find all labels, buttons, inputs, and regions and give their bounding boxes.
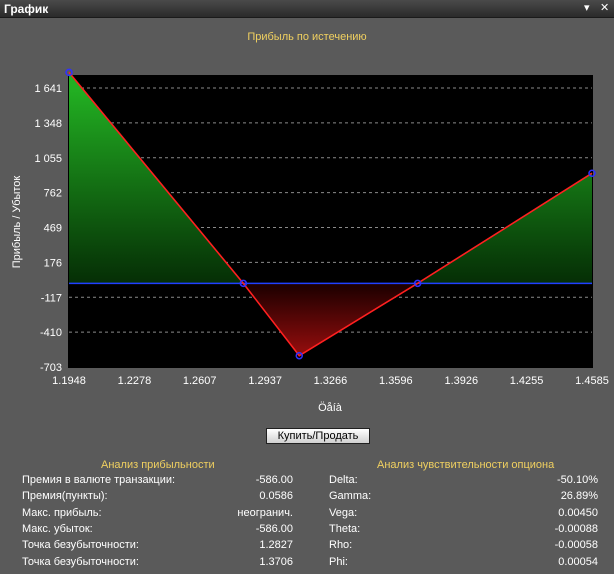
y-tick-label: -703	[40, 362, 62, 374]
x-tick-label: 1.4585	[575, 375, 609, 387]
close-icon[interactable]: ✕	[600, 1, 609, 14]
y-tick-label: -117	[41, 292, 62, 304]
y-tick-label: -410	[40, 327, 62, 339]
sensitivity-row: Theta: -0.00088	[329, 523, 598, 538]
sensitivity-row: Vega: 0.00450	[329, 507, 598, 522]
sensitivity-label: Gamma:	[329, 490, 372, 503]
sensitivity-label: Rho:	[329, 539, 353, 552]
profitability-label: Точка безубыточности:	[22, 539, 139, 552]
y-tick-label: 1 641	[34, 83, 62, 95]
x-tick-label: 1.2937	[248, 375, 282, 387]
profitability-row: Точка безубыточности: 1.3706	[22, 556, 293, 571]
sensitivity-title: Анализ чувствительности опциона	[377, 459, 555, 471]
profitability-value: 1.2827	[259, 539, 293, 552]
profit-chart: -703 -410 -117 176 469 762 1 055 1 348 1 641 1.1…	[11, 68, 609, 414]
sensitivity-row: Delta: -50.10%	[329, 474, 598, 489]
sensitivity-label: Phi:	[329, 555, 348, 568]
profitability-value: -586.00	[255, 522, 293, 535]
x-tick-label: 1.3596	[379, 375, 413, 387]
buy-sell-button[interactable]: Купить/Продать	[266, 428, 370, 444]
profitability-title: Анализ прибыльности	[101, 459, 215, 471]
sensitivity-value: -0.00088	[554, 522, 598, 535]
profitability-value: 0.0586	[259, 490, 293, 503]
x-axis-label: Öåíà	[318, 402, 343, 414]
y-tick-label: 1 348	[34, 118, 62, 130]
y-tick-label: 1 055	[34, 153, 62, 165]
profitability-value: 1.3706	[259, 555, 293, 568]
y-axis-label: Прибыль / Убыток	[11, 176, 23, 269]
sensitivity-value: 0.00054	[558, 555, 598, 568]
y-tick-label: 762	[44, 188, 62, 200]
sensitivity-label: Vega:	[329, 506, 358, 519]
x-tick-label: 1.2278	[118, 375, 152, 387]
profitability-value: неогранич.	[237, 506, 293, 519]
profitability-label: Премия в валюте транзакции:	[22, 474, 176, 486]
profitability-row: Премия(пункты): 0.0586	[22, 490, 293, 505]
sensitivity-value: -0.00058	[554, 539, 598, 552]
x-tick-label: 1.4255	[510, 375, 544, 387]
profitability-label: Премия(пункты):	[22, 490, 108, 503]
x-tick-label: 1.1948	[52, 375, 86, 387]
profitability-row: Точка безубыточности: 1.2827	[22, 539, 293, 554]
x-tick-label: 1.3266	[314, 375, 348, 387]
sensitivity-label: Delta:	[329, 474, 358, 486]
profitability-row: Макс. убыток: -586.00	[22, 523, 293, 538]
window-titlebar: График ▾ ✕	[0, 0, 614, 18]
y-tick-label: 469	[44, 223, 62, 235]
profitability-row: Макс. прибыль: неогранич.	[22, 507, 293, 522]
sensitivity-value: -50.10%	[557, 474, 598, 486]
sensitivity-row: Rho: -0.00058	[329, 539, 598, 554]
profitability-row: Премия в валюте транзакции: -586.00	[22, 474, 293, 489]
pin-icon[interactable]: ▾	[584, 1, 590, 14]
profitability-label: Точка безубыточности:	[22, 555, 139, 568]
y-tick-label: 176	[44, 257, 62, 269]
profitability-label: Макс. прибыль:	[22, 506, 102, 519]
x-tick-label: 1.2607	[183, 375, 217, 387]
sensitivity-row: Gamma: 26.89%	[329, 490, 598, 505]
sensitivity-label: Theta:	[329, 522, 361, 535]
profitability-label: Макс. убыток:	[22, 522, 93, 535]
sensitivity-value: 0.00450	[558, 506, 598, 519]
window-title: График	[4, 2, 49, 16]
x-tick-label: 1.3926	[444, 375, 478, 387]
profitability-value: -586.00	[255, 474, 293, 486]
sensitivity-value: 26.89%	[560, 490, 598, 503]
sensitivity-row: Phi: 0.00054	[329, 556, 598, 571]
